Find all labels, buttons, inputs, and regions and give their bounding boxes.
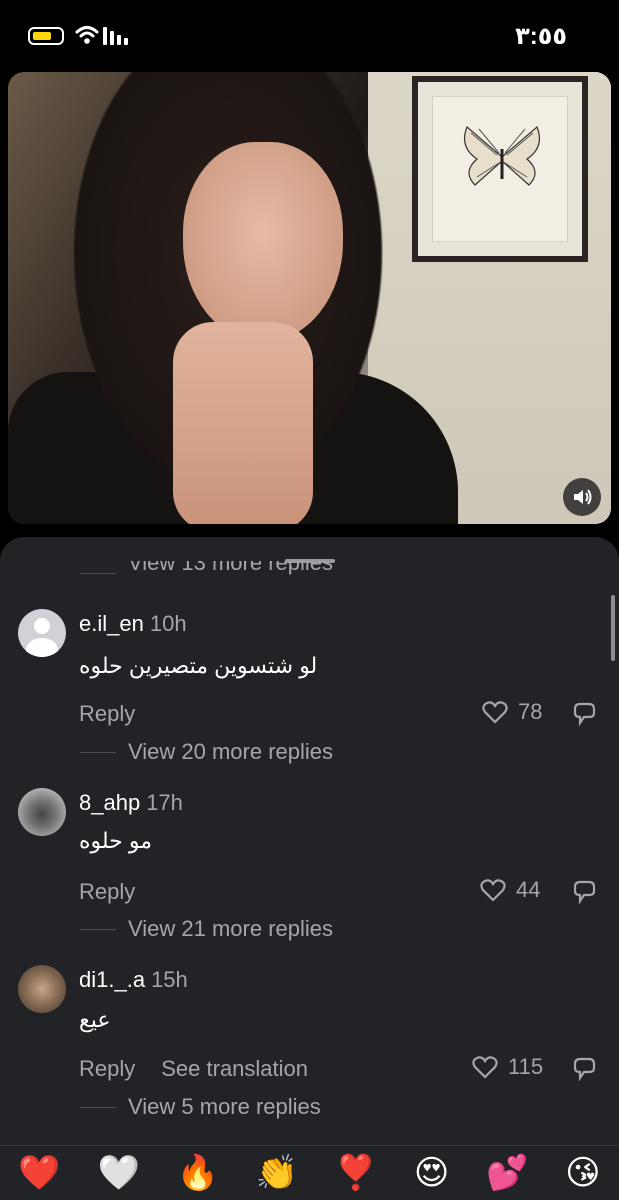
comment-username[interactable]: e.il_en bbox=[79, 611, 144, 636]
butterfly-image bbox=[464, 125, 540, 186]
comment-username[interactable]: 8_ahp bbox=[79, 790, 140, 815]
dislike-icon[interactable] bbox=[571, 1056, 597, 1082]
emoji-white-heart[interactable]: 🤍 bbox=[97, 1153, 139, 1193]
like-button[interactable]: 115 bbox=[472, 1054, 543, 1080]
comments-sheet[interactable]: View 13 more replies e.il_en 10h لو شتسوي… bbox=[0, 537, 619, 1199]
reply-button[interactable]: Reply bbox=[79, 879, 135, 905]
heart-icon bbox=[480, 879, 506, 902]
wall-picture-frame bbox=[412, 76, 588, 262]
like-count: 44 bbox=[516, 877, 541, 902]
video-subject-face bbox=[183, 142, 343, 342]
emoji-kiss[interactable]: 😘 bbox=[565, 1153, 600, 1193]
avatar[interactable] bbox=[18, 965, 66, 1013]
video-player[interactable] bbox=[8, 72, 611, 524]
comment-time: 15h bbox=[151, 967, 188, 992]
comment-time: 17h bbox=[146, 790, 183, 815]
reply-button[interactable]: Reply bbox=[79, 1056, 135, 1082]
heart-icon bbox=[472, 1056, 498, 1079]
view-more-replies-top[interactable]: View 13 more replies bbox=[80, 561, 333, 585]
video-subject-arm bbox=[173, 322, 313, 524]
like-button[interactable]: 78 bbox=[482, 699, 542, 725]
avatar[interactable] bbox=[18, 609, 66, 657]
clock: ٣:٥٥ bbox=[515, 23, 567, 50]
scrollbar[interactable] bbox=[611, 595, 615, 661]
comment-text: مو حلوه bbox=[79, 828, 153, 853]
emoji-heart-exclamation[interactable]: ❣️ bbox=[335, 1153, 377, 1193]
view-more-replies[interactable]: View 5 more replies bbox=[80, 1094, 321, 1120]
wifi-icon bbox=[75, 26, 99, 44]
view-more-replies[interactable]: View 20 more replies bbox=[80, 739, 333, 765]
reply-button[interactable]: Reply bbox=[79, 701, 135, 727]
emoji-red-heart[interactable]: ❤️ bbox=[18, 1153, 60, 1193]
dislike-icon[interactable] bbox=[571, 701, 597, 727]
like-button[interactable]: 44 bbox=[480, 877, 540, 903]
comment-text: عيع bbox=[79, 1007, 111, 1032]
speaker-icon bbox=[574, 489, 592, 505]
battery-icon bbox=[28, 27, 64, 45]
like-count: 115 bbox=[508, 1054, 544, 1079]
signal-icon bbox=[103, 27, 128, 45]
heart-icon bbox=[482, 701, 508, 724]
comment-username[interactable]: di1._.a bbox=[79, 967, 145, 992]
view-more-replies[interactable]: View 21 more replies bbox=[80, 916, 333, 942]
status-bar: ٣:٥٥ bbox=[0, 0, 619, 70]
emoji-fire[interactable]: 🔥 bbox=[177, 1153, 219, 1193]
comment-text: لو شتسوين متصيرين حلوه bbox=[79, 653, 318, 678]
avatar[interactable] bbox=[18, 788, 66, 836]
comment-time: 10h bbox=[149, 611, 187, 636]
emoji-reaction-bar: ❤️ 🤍 🔥 👏 ❣️ 😍 💕 😘 bbox=[0, 1145, 619, 1200]
emoji-heart-eyes[interactable]: 😍 bbox=[414, 1153, 449, 1193]
volume-button[interactable] bbox=[563, 478, 601, 516]
like-count: 78 bbox=[518, 699, 543, 724]
emoji-clapping[interactable]: 👏 bbox=[256, 1153, 298, 1193]
dislike-icon[interactable] bbox=[571, 879, 597, 905]
see-translation-button[interactable]: See translation bbox=[161, 1056, 308, 1082]
emoji-two-hearts[interactable]: 💕 bbox=[486, 1153, 528, 1193]
